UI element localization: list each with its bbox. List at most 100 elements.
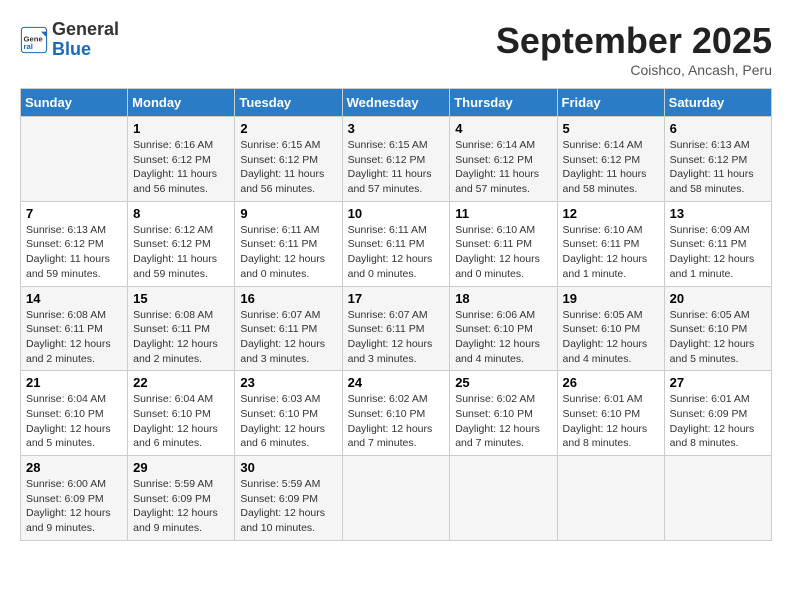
day-number: 30 [240, 460, 336, 475]
calendar-week-row: 28 Sunrise: 6:00 AM Sunset: 6:09 PM Dayli… [21, 456, 772, 541]
day-number: 18 [455, 291, 551, 306]
day-number: 22 [133, 375, 229, 390]
location-subtitle: Coishco, Ancash, Peru [496, 62, 772, 78]
day-number: 9 [240, 206, 336, 221]
day-info: Sunrise: 6:03 AM Sunset: 6:10 PM Dayligh… [240, 392, 336, 451]
calendar-cell: 12 Sunrise: 6:10 AM Sunset: 6:11 PM Dayli… [557, 201, 664, 286]
day-info: Sunrise: 6:01 AM Sunset: 6:10 PM Dayligh… [563, 392, 659, 451]
day-number: 14 [26, 291, 122, 306]
day-info: Sunrise: 6:09 AM Sunset: 6:11 PM Dayligh… [670, 223, 766, 282]
day-info: Sunrise: 6:02 AM Sunset: 6:10 PM Dayligh… [348, 392, 445, 451]
calendar-cell: 16 Sunrise: 6:07 AM Sunset: 6:11 PM Dayli… [235, 286, 342, 371]
calendar-cell: 5Sunrise: 6:14 AM Sunset: 6:12 PM Daylig… [557, 117, 664, 202]
day-number: 7 [26, 206, 122, 221]
calendar-cell: 15 Sunrise: 6:08 AM Sunset: 6:11 PM Dayli… [128, 286, 235, 371]
calendar-cell: 13 Sunrise: 6:09 AM Sunset: 6:11 PM Dayli… [664, 201, 771, 286]
day-info: Sunrise: 6:08 AM Sunset: 6:11 PM Dayligh… [26, 308, 122, 367]
day-info: Sunrise: 6:07 AM Sunset: 6:11 PM Dayligh… [240, 308, 336, 367]
calendar-cell: 23 Sunrise: 6:03 AM Sunset: 6:10 PM Dayli… [235, 371, 342, 456]
logo: Gene ral General Blue [20, 20, 119, 60]
day-number: 3 [348, 121, 445, 136]
day-number: 10 [348, 206, 445, 221]
day-number: 19 [563, 291, 659, 306]
day-number: 25 [455, 375, 551, 390]
calendar-cell [450, 456, 557, 541]
column-header-tuesday: Tuesday [235, 89, 342, 117]
calendar-cell [342, 456, 450, 541]
calendar-cell: 3 Sunrise: 6:15 AM Sunset: 6:12 PM Daylig… [342, 117, 450, 202]
calendar-cell: 7 Sunrise: 6:13 AM Sunset: 6:12 PM Daylig… [21, 201, 128, 286]
day-number: 1 [133, 121, 229, 136]
day-number: 6 [670, 121, 766, 136]
calendar-cell: 10 Sunrise: 6:11 AM Sunset: 6:11 PM Dayli… [342, 201, 450, 286]
day-number: 13 [670, 206, 766, 221]
logo-icon: Gene ral [20, 26, 48, 54]
column-header-sunday: Sunday [21, 89, 128, 117]
day-number: 17 [348, 291, 445, 306]
day-number: 16 [240, 291, 336, 306]
calendar-cell: 29Sunrise: 5:59 AM Sunset: 6:09 PM Dayli… [128, 456, 235, 541]
day-info: Sunrise: 6:10 AM Sunset: 6:11 PM Dayligh… [563, 223, 659, 282]
calendar-cell [557, 456, 664, 541]
calendar-cell: 1 Sunrise: 6:16 AM Sunset: 6:12 PM Daylig… [128, 117, 235, 202]
calendar-cell: 19 Sunrise: 6:05 AM Sunset: 6:10 PM Dayli… [557, 286, 664, 371]
day-number: 2 [240, 121, 336, 136]
calendar-cell: 9 Sunrise: 6:11 AM Sunset: 6:11 PM Daylig… [235, 201, 342, 286]
day-number: 12 [563, 206, 659, 221]
day-info: Sunrise: 6:05 AM Sunset: 6:10 PM Dayligh… [670, 308, 766, 367]
logo-blue-text: Blue [52, 39, 91, 59]
day-number: 8 [133, 206, 229, 221]
day-info: Sunrise: 5:59 AM Sunset: 6:09 PM Dayligh… [133, 477, 229, 536]
calendar-week-row: 1 Sunrise: 6:16 AM Sunset: 6:12 PM Daylig… [21, 117, 772, 202]
day-number: 24 [348, 375, 445, 390]
day-number: 21 [26, 375, 122, 390]
day-info: Sunrise: 6:07 AM Sunset: 6:11 PM Dayligh… [348, 308, 445, 367]
calendar-cell: 21Sunrise: 6:04 AM Sunset: 6:10 PM Dayli… [21, 371, 128, 456]
calendar-cell: 28 Sunrise: 6:00 AM Sunset: 6:09 PM Dayli… [21, 456, 128, 541]
calendar-cell: 27Sunrise: 6:01 AM Sunset: 6:09 PM Dayli… [664, 371, 771, 456]
day-info: Sunrise: 6:05 AM Sunset: 6:10 PM Dayligh… [563, 308, 659, 367]
calendar-week-row: 21Sunrise: 6:04 AM Sunset: 6:10 PM Dayli… [21, 371, 772, 456]
day-number: 4 [455, 121, 551, 136]
day-info: Sunrise: 6:13 AM Sunset: 6:12 PM Dayligh… [670, 138, 766, 197]
day-info: Sunrise: 6:02 AM Sunset: 6:10 PM Dayligh… [455, 392, 551, 451]
day-number: 11 [455, 206, 551, 221]
calendar-week-row: 14 Sunrise: 6:08 AM Sunset: 6:11 PM Dayli… [21, 286, 772, 371]
calendar-cell [664, 456, 771, 541]
calendar-cell: 22Sunrise: 6:04 AM Sunset: 6:10 PM Dayli… [128, 371, 235, 456]
day-number: 27 [670, 375, 766, 390]
calendar-cell: 30Sunrise: 5:59 AM Sunset: 6:09 PM Dayli… [235, 456, 342, 541]
day-info: Sunrise: 6:15 AM Sunset: 6:12 PM Dayligh… [348, 138, 445, 197]
calendar-cell: 4 Sunrise: 6:14 AM Sunset: 6:12 PM Daylig… [450, 117, 557, 202]
column-header-friday: Friday [557, 89, 664, 117]
calendar-cell [21, 117, 128, 202]
day-info: Sunrise: 6:08 AM Sunset: 6:11 PM Dayligh… [133, 308, 229, 367]
page-header: Gene ral General Blue September 2025 Coi… [20, 20, 772, 78]
day-info: Sunrise: 6:13 AM Sunset: 6:12 PM Dayligh… [26, 223, 122, 282]
title-block: September 2025 Coishco, Ancash, Peru [496, 20, 772, 78]
calendar-cell: 6 Sunrise: 6:13 AM Sunset: 6:12 PM Daylig… [664, 117, 771, 202]
day-info: Sunrise: 6:00 AM Sunset: 6:09 PM Dayligh… [26, 477, 122, 536]
day-number: 26 [563, 375, 659, 390]
day-number: 23 [240, 375, 336, 390]
day-info: Sunrise: 6:11 AM Sunset: 6:11 PM Dayligh… [240, 223, 336, 282]
calendar-cell: 17 Sunrise: 6:07 AM Sunset: 6:11 PM Dayli… [342, 286, 450, 371]
day-number: 15 [133, 291, 229, 306]
calendar-header-row: SundayMondayTuesdayWednesdayThursdayFrid… [21, 89, 772, 117]
column-header-wednesday: Wednesday [342, 89, 450, 117]
column-header-thursday: Thursday [450, 89, 557, 117]
day-info: Sunrise: 6:15 AM Sunset: 6:12 PM Dayligh… [240, 138, 336, 197]
column-header-monday: Monday [128, 89, 235, 117]
day-number: 28 [26, 460, 122, 475]
day-info: Sunrise: 6:16 AM Sunset: 6:12 PM Dayligh… [133, 138, 229, 197]
month-title: September 2025 [496, 20, 772, 62]
calendar-cell: 26 Sunrise: 6:01 AM Sunset: 6:10 PM Dayli… [557, 371, 664, 456]
day-info: Sunrise: 6:14 AM Sunset: 6:12 PM Dayligh… [455, 138, 551, 197]
calendar-cell: 24 Sunrise: 6:02 AM Sunset: 6:10 PM Dayli… [342, 371, 450, 456]
day-info: Sunrise: 6:10 AM Sunset: 6:11 PM Dayligh… [455, 223, 551, 282]
calendar-cell: 18Sunrise: 6:06 AM Sunset: 6:10 PM Dayli… [450, 286, 557, 371]
calendar-cell: 2 Sunrise: 6:15 AM Sunset: 6:12 PM Daylig… [235, 117, 342, 202]
day-info: Sunrise: 6:11 AM Sunset: 6:11 PM Dayligh… [348, 223, 445, 282]
logo-general-text: General [52, 19, 119, 39]
calendar-table: SundayMondayTuesdayWednesdayThursdayFrid… [20, 88, 772, 541]
